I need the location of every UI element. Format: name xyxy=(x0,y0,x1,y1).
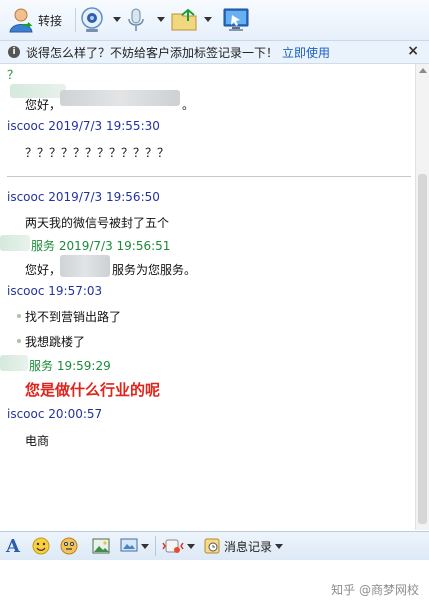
redacted-name xyxy=(0,235,30,251)
partial-first-line: ？ xyxy=(7,68,20,82)
message-text: 您好， xyxy=(25,263,62,277)
folder-icon xyxy=(171,8,197,31)
shake-dropdown-caret[interactable] xyxy=(187,543,195,549)
message-header: 服务 19:59:29 xyxy=(29,359,111,373)
info-icon: i xyxy=(8,46,20,58)
message-text-highlighted: 您是做什么行业的呢 xyxy=(25,381,161,399)
message-text: ？？？？？？？？？？？？ xyxy=(25,146,170,160)
webcam-icon xyxy=(81,7,103,32)
bullet-marker xyxy=(17,314,21,318)
microphone-icon xyxy=(128,8,144,31)
top-toolbar: 转接 xyxy=(0,0,429,41)
history-dropdown-caret[interactable] xyxy=(275,543,284,549)
partial-message-end: 。 xyxy=(182,98,195,112)
message-text: 两天我的微信号被封了五个 xyxy=(25,216,170,230)
message-text: 电商 xyxy=(25,434,50,448)
image-button[interactable] xyxy=(92,537,110,555)
screenshot-icon xyxy=(120,538,138,552)
shake-window-icon xyxy=(162,539,184,553)
message-header: 服务 2019/7/3 19:56:51 xyxy=(31,239,171,253)
message-header: iscooc 2019/7/3 19:56:50 xyxy=(7,190,160,204)
toolbar-separator xyxy=(155,536,156,556)
partial-message-text: 您好， xyxy=(25,98,62,112)
message-text: 我想跳楼了 xyxy=(25,335,86,349)
file-dropdown-caret[interactable] xyxy=(204,17,212,22)
picture-icon xyxy=(92,538,110,554)
font-icon: A xyxy=(6,535,20,557)
toolbar-separator xyxy=(75,8,76,32)
chat-scrollbar[interactable] xyxy=(415,64,429,530)
smiley-icon xyxy=(32,537,50,555)
bullet-marker xyxy=(17,339,21,343)
redacted-text xyxy=(60,255,110,277)
scroll-up-arrow-icon[interactable] xyxy=(419,68,427,73)
message-history-label: 消息记录 xyxy=(224,539,273,554)
shake-button[interactable] xyxy=(162,537,195,555)
message-header: iscooc 19:57:03 xyxy=(7,284,103,298)
redacted-text xyxy=(60,90,180,106)
message-header: iscooc 2019/7/3 19:55:30 xyxy=(7,119,160,133)
emoji-button[interactable] xyxy=(32,537,50,555)
message-text: 找不到营销出路了 xyxy=(25,310,122,324)
screenshot-dropdown-caret[interactable] xyxy=(141,543,149,549)
transfer-label: 转接 xyxy=(38,13,63,28)
magic-emoji-button[interactable] xyxy=(60,537,78,555)
font-button[interactable]: A xyxy=(6,535,20,557)
watermark: 知乎 @商梦网校 xyxy=(331,583,419,597)
monitor-icon xyxy=(223,8,249,31)
history-icon xyxy=(204,538,220,554)
video-button[interactable] xyxy=(80,6,104,34)
send-file-button[interactable] xyxy=(170,6,198,34)
close-icon[interactable]: × xyxy=(407,43,419,59)
transfer-button[interactable]: 转接 xyxy=(8,6,62,34)
message-header: iscooc 20:00:57 xyxy=(7,407,103,421)
message-text: 服务为您服务。 xyxy=(112,263,197,277)
screenshot-button[interactable] xyxy=(120,537,149,555)
video-dropdown-caret[interactable] xyxy=(113,17,121,22)
remote-assist-button[interactable] xyxy=(222,6,250,34)
input-toolbar: A 消息记录 xyxy=(0,531,429,561)
message-input[interactable]: 知乎 @商梦网校 xyxy=(0,560,429,602)
magic-face-icon xyxy=(60,537,78,555)
notice-text: 谈得怎么样了？不妨给客户添加标签记录一下！ xyxy=(26,45,279,60)
use-now-link[interactable]: 立即使用 xyxy=(282,44,330,61)
message-history-button[interactable]: 消息记录 xyxy=(203,537,284,555)
scroll-thumb[interactable] xyxy=(418,174,427,524)
redacted-name xyxy=(0,355,28,371)
notice-bar: i 谈得怎么样了？不妨给客户添加标签记录一下！ 立即使用 × xyxy=(0,41,429,64)
voice-dropdown-caret[interactable] xyxy=(157,17,165,22)
history-divider xyxy=(7,176,411,177)
voice-button[interactable] xyxy=(125,6,147,34)
user-transfer-icon xyxy=(9,8,33,33)
chat-history: ？ 您好， 。 iscooc 2019/7/3 19:55:30 ？？？？？？？… xyxy=(0,64,414,530)
